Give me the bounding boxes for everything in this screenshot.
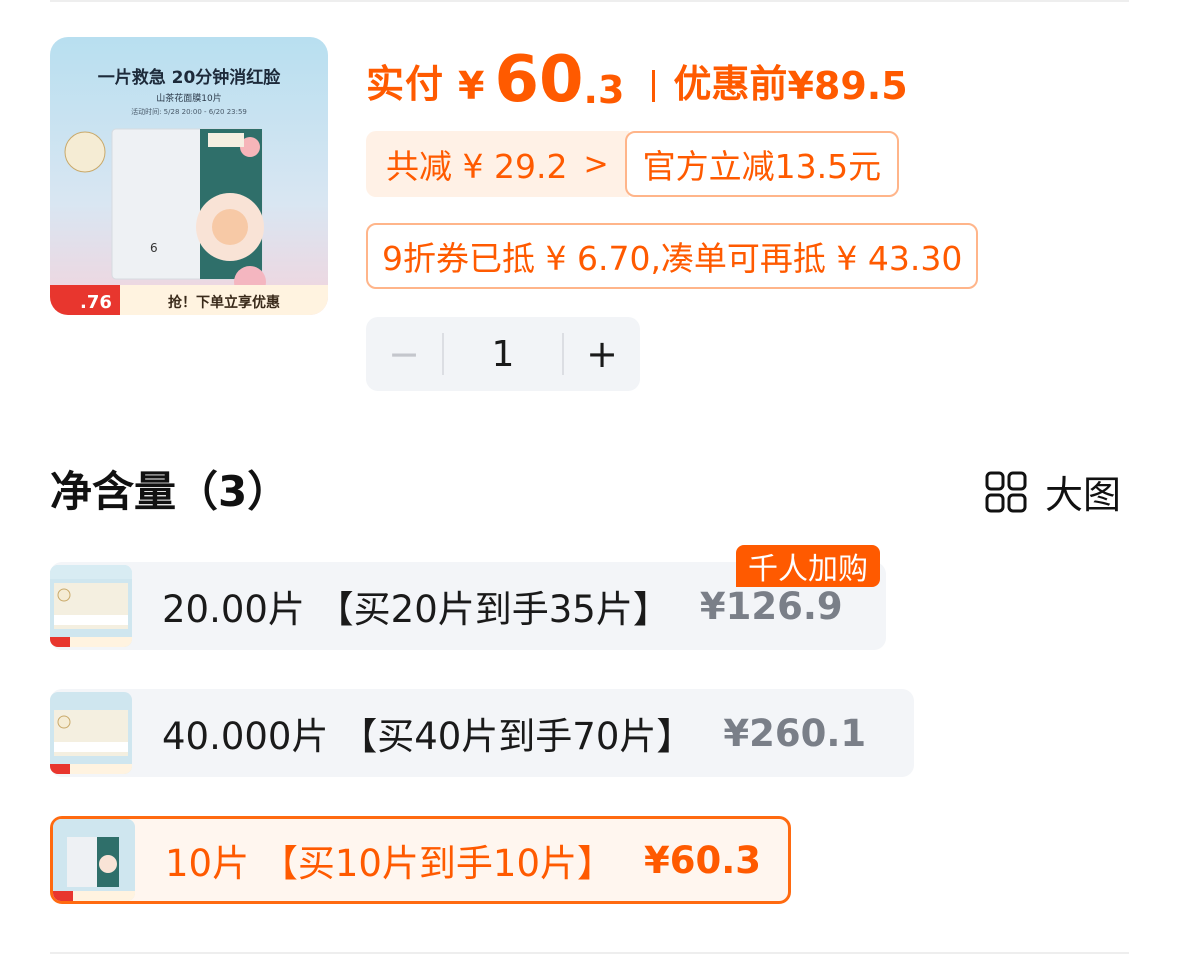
total-discount-text: 共减 ¥ 29.2 [386,147,568,186]
sku-thumbnail [50,565,132,647]
product-image[interactable]: 一片救急 20分钟消红脸 山茶花面膜10片 活动时间: 5/28 20:00 -… [50,37,328,315]
sku-label: 40.000片 【买40片到手70片】 [162,715,694,758]
total-discount-chip[interactable]: 共减 ¥ 29.2 > [366,131,629,197]
discount-chips: 共减 ¥ 29.2 > 官方立减13.5元 [366,131,900,197]
image-price-tag: .76 [80,292,112,313]
sku-price: ¥126.9 [699,584,843,628]
popular-badge: 千人加购 [736,545,880,587]
image-headline: 一片救急 20分钟消红脸 [98,67,282,88]
coupon-chip[interactable]: 9折券已抵 ¥ 6.70,凑单可再抵 ¥ 43.30 [366,223,979,289]
top-divider [50,0,1129,2]
original-price-label: 优惠前 [673,62,788,106]
big-view-label: 大图 [1044,473,1121,517]
currency-symbol: ¥ [458,64,485,108]
price-separator [652,70,656,102]
big-view-toggle[interactable]: 大图 [985,464,1121,519]
sku-option[interactable]: 40.000片 【买40片到手70片】 ¥260.1 [50,689,914,777]
price-integer: 60 [494,43,584,117]
section-title: 净含量（3） [50,467,290,516]
sku-thumbnail [50,692,132,774]
chevron-right-icon: > [583,146,609,182]
decrease-button[interactable]: − [366,332,442,376]
image-dates: 活动时间: 5/28 20:00 - 6/20 23:59 [131,107,247,116]
sku-thumbnail [53,819,135,901]
increase-button[interactable]: + [564,332,640,376]
sku-option-selected[interactable]: 10片 【买10片到手10片】 ¥60.3 [50,816,791,904]
quantity-input[interactable]: 1 [444,334,562,375]
svg-text:6: 6 [150,241,158,255]
image-subline: 山茶花面膜10片 [156,92,221,104]
official-discount-chip: 官方立减13.5元 [624,131,900,197]
original-price: ¥89.5 [787,64,908,108]
sku-label: 20.00片 【买20片到手35片】 [162,588,670,631]
quantity-stepper: − 1 + [366,317,640,391]
grid-icon [985,471,1027,512]
sku-label: 10片 【买10片到手10片】 [165,842,615,885]
price-decimal: .3 [583,68,625,112]
sku-price: ¥260.1 [723,711,867,755]
sku-price: ¥60.3 [644,838,762,882]
image-cta: 抢！下单立享优惠 [168,294,280,311]
paid-label: 实付 [366,62,445,106]
bottom-divider [50,952,1129,954]
price-line: 实付 ¥ 60 .3 优惠前 ¥89.5 [366,40,908,120]
